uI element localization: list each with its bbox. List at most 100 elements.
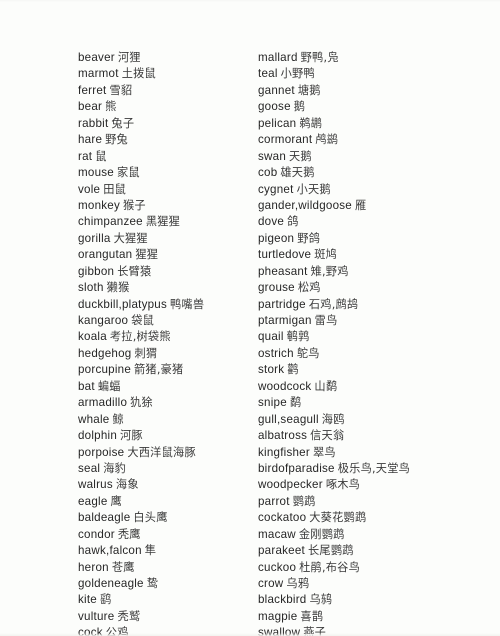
entry-chinese-gloss: 鹌鹑 [286, 330, 310, 344]
entry-english-term: monkey [78, 198, 120, 212]
entry-english-term: woodcock [258, 379, 312, 393]
vocabulary-entry: vulture 秃鹫 [78, 609, 258, 625]
entry-chinese-gloss: 喜鹊 [300, 609, 324, 623]
entry-chinese-gloss: 雁 [354, 198, 367, 212]
entry-chinese-gloss: 海鸥 [321, 412, 345, 426]
entry-chinese-gloss: 长尾鹦鹉 [307, 544, 354, 558]
entry-chinese-gloss: 啄木鸟 [325, 478, 361, 492]
entry-chinese-gloss: 燕子 [303, 626, 327, 636]
entry-chinese-gloss: 雄天鹅 [280, 166, 315, 180]
entry-english-term: gander,wildgoose [258, 198, 352, 212]
document-page: beaver 河狸 marmot 土拨鼠 ferret 雪貂 bear 熊 rabbit 兔子 ha… [0, 0, 500, 636]
entry-chinese-gloss: 鹬 [289, 396, 302, 410]
entry-english-term: porcupine [78, 363, 132, 377]
vocabulary-entry: monkey 猴子 [78, 198, 258, 214]
entry-chinese-gloss: 鸬鹚 [315, 133, 339, 147]
entry-english-term: sloth [78, 281, 104, 295]
entry-english-term: crow [258, 577, 284, 590]
vocabulary-entry: kingfisher 翠鸟 [258, 445, 458, 461]
entry-english-term: parrot [258, 494, 290, 508]
entry-english-term: hedgehog [78, 346, 132, 360]
vocabulary-entry: beaver 河狸 [78, 50, 258, 66]
entry-english-term: koala [78, 330, 107, 344]
vocabulary-entry: goose 鹅 [258, 99, 458, 115]
vocabulary-entry: grouse 松鸡 [258, 280, 458, 296]
entry-english-term: duckbill,platypus [78, 297, 168, 311]
vocabulary-entry: albatross 信天翁 [258, 428, 458, 444]
entry-chinese-gloss: 秃鹫 [117, 609, 141, 623]
entry-chinese-gloss: 鸷 [146, 577, 159, 590]
entry-chinese-gloss: 河豚 [120, 429, 143, 443]
entry-english-term: birdofparadise [258, 461, 335, 475]
vocabulary-columns: beaver 河狸 marmot 土拨鼠 ferret 雪貂 bear 熊 rabbit 兔子 ha… [0, 50, 500, 636]
entry-english-term: walrus [78, 478, 113, 492]
entry-chinese-gloss: 白头鹰 [133, 511, 168, 525]
entry-english-term: albatross [258, 429, 308, 443]
entry-english-term: goldeneagle [78, 577, 144, 590]
entry-english-term: mouse [78, 166, 114, 180]
entry-chinese-gloss: 乌鸦 [286, 577, 310, 590]
entry-english-term: cockatoo [258, 511, 307, 525]
entry-chinese-gloss: 犰狳 [130, 396, 153, 410]
vocabulary-entry: condor 秃鹰 [78, 527, 258, 543]
entry-english-term: cock [78, 626, 103, 636]
vocabulary-entry: goldeneagle 鸷 [78, 576, 258, 592]
vocabulary-entry: woodcock 山鹬 [258, 379, 458, 395]
entry-english-term: dove [258, 215, 285, 229]
vocabulary-entry: blackbird 乌鸫 [258, 592, 458, 608]
entry-english-term: gorilla [78, 231, 111, 245]
entry-english-term: gannet [258, 83, 295, 97]
vocabulary-entry: chimpanzee 黑猩猩 [78, 214, 258, 230]
vocabulary-entry: dove 鸽 [258, 214, 458, 230]
entry-english-term: pelican [258, 116, 297, 130]
entry-english-term: cormorant [258, 133, 313, 147]
vocabulary-entry: gull,seagull 海鸥 [258, 412, 458, 428]
entry-english-term: bear [78, 100, 103, 114]
entry-english-term: cygnet [258, 182, 294, 196]
vocabulary-entry: koala 考拉,树袋熊 [78, 329, 258, 345]
entry-chinese-gloss: 野鸽 [297, 231, 321, 245]
entry-chinese-gloss: 秃鹰 [117, 527, 141, 541]
vocabulary-entry: porpoise 大西洋鼠海豚 [78, 445, 258, 461]
entry-english-term: ptarmigan [258, 314, 312, 327]
vocabulary-entry: cockatoo 大葵花鹦鹉 [258, 510, 458, 526]
vocabulary-entry: partridge 石鸡,鹧鸪 [258, 297, 458, 313]
entry-chinese-gloss: 猩猩 [135, 248, 159, 262]
vocabulary-entry: duckbill,platypus 鸭嘴兽 [78, 297, 258, 313]
vocabulary-entry: bear 熊 [78, 99, 258, 115]
entry-chinese-gloss: 鲸 [112, 412, 124, 426]
entry-chinese-gloss: 翠鸟 [312, 445, 336, 459]
entry-english-term: porpoise [78, 445, 125, 459]
entry-chinese-gloss: 乌鸫 [309, 593, 333, 607]
entry-chinese-gloss: 海象 [115, 478, 139, 492]
entry-chinese-gloss: 鼠 [95, 149, 107, 163]
entry-english-term: rat [78, 149, 93, 163]
vocabulary-entry: ferret 雪貂 [78, 83, 258, 99]
vocabulary-entry: hawk,falcon 隼 [78, 543, 258, 559]
entry-chinese-gloss: 土拨鼠 [121, 67, 156, 81]
vocabulary-entry: gannet 塘鹅 [258, 83, 458, 99]
vocabulary-entry: hedgehog 刺猬 [78, 346, 258, 362]
entry-chinese-gloss: 小天鹅 [296, 182, 331, 196]
entry-chinese-gloss: 獭猴 [106, 281, 130, 295]
entry-chinese-gloss: 苍鹰 [111, 560, 135, 574]
entry-chinese-gloss: 斑鸠 [314, 248, 338, 262]
entry-english-term: pigeon [258, 231, 295, 245]
vocabulary-entry: swallow 燕子 [258, 625, 458, 636]
vocabulary-column-left: beaver 河狸 marmot 土拨鼠 ferret 雪貂 bear 熊 rabbit 兔子 ha… [78, 50, 258, 636]
entry-chinese-gloss: 雷鸟 [314, 314, 338, 327]
entry-chinese-gloss: 小野鸭 [280, 67, 315, 81]
entry-chinese-gloss: 鹅 [293, 100, 306, 114]
entry-english-term: woodpecker [258, 478, 323, 492]
entry-chinese-gloss: 雪貂 [109, 83, 133, 97]
vocabulary-entry: parrot 鹦鹉 [258, 494, 458, 510]
vocabulary-entry: gibbon 长臂猿 [78, 264, 258, 280]
vocabulary-entry: quail 鹌鹑 [258, 329, 458, 345]
vocabulary-entry: cormorant 鸬鹚 [258, 132, 458, 148]
entry-chinese-gloss: 大西洋鼠海豚 [127, 445, 196, 459]
entry-english-term: marmot [78, 67, 119, 81]
entry-chinese-gloss: 海豹 [103, 461, 127, 475]
entry-english-term: blackbird [258, 593, 307, 607]
entry-chinese-gloss: 鹦鹉 [292, 494, 316, 508]
vocabulary-entry: bat 蝙蝠 [78, 379, 258, 395]
